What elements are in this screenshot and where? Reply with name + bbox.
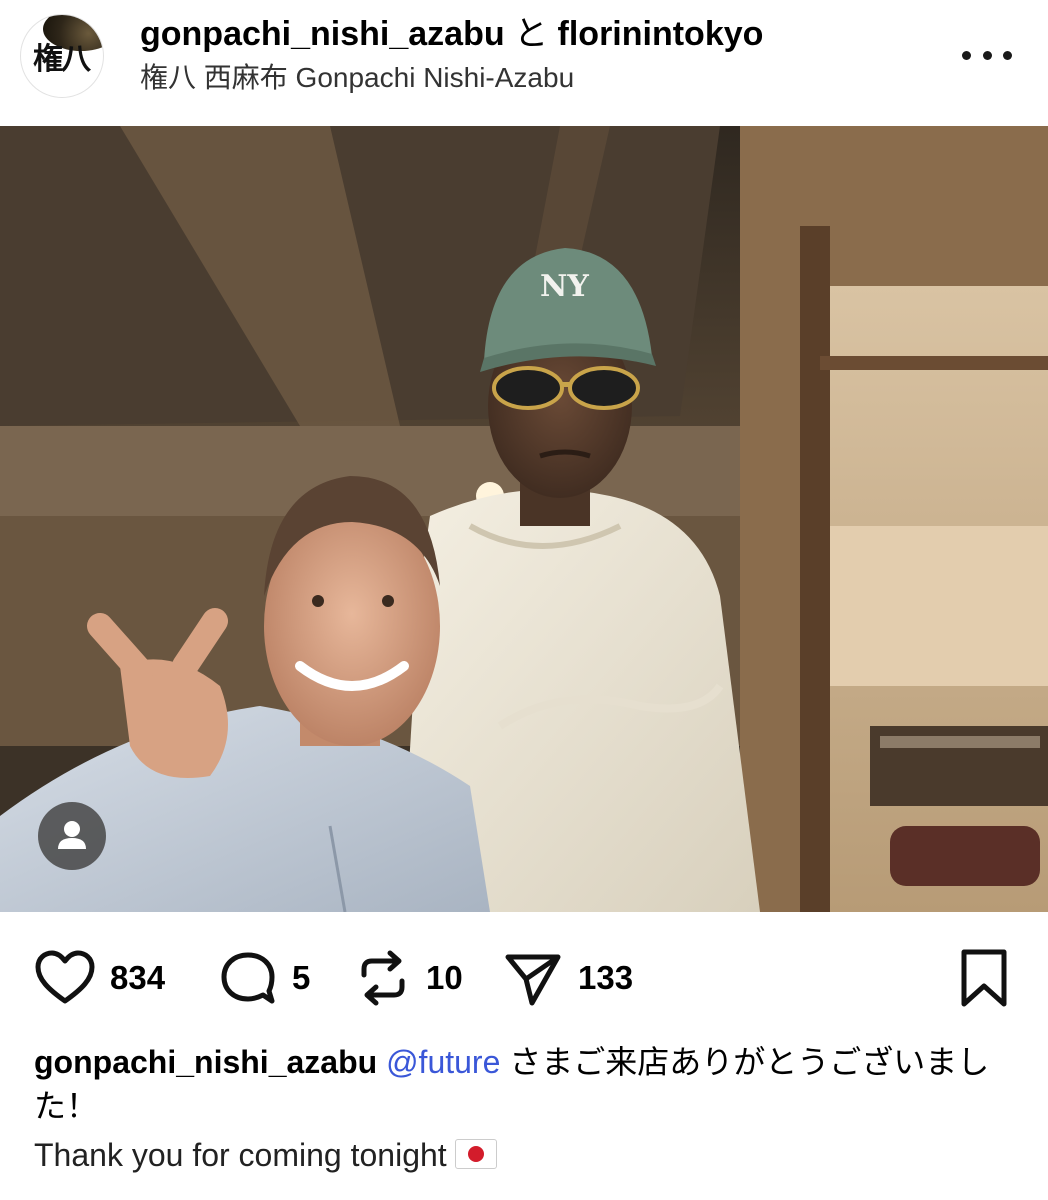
- post-photo[interactable]: NY: [0, 126, 1048, 912]
- svg-text:NY: NY: [540, 269, 589, 304]
- repost-icon: [361, 950, 405, 1006]
- post-action-bar: 834 5 10 133: [0, 940, 1048, 1016]
- post-location[interactable]: 権八 西麻布 Gonpachi Nishi-Azabu: [140, 60, 574, 96]
- post-photo-illustration: NY: [0, 126, 1048, 912]
- like-button[interactable]: 834: [34, 940, 165, 1016]
- share-count: 133: [578, 959, 634, 996]
- more-dot: [962, 50, 971, 60]
- comment-button[interactable]: 5: [218, 940, 310, 1016]
- caption-mention[interactable]: @future: [386, 1044, 500, 1080]
- comment-count: 5: [292, 959, 311, 996]
- profile-avatar[interactable]: 権八: [20, 14, 104, 98]
- user-tag-icon[interactable]: [38, 802, 106, 870]
- collaborator-username[interactable]: florinintokyo: [558, 15, 764, 53]
- like-count: 834: [110, 959, 166, 996]
- comment-bubble-icon: [221, 952, 275, 1004]
- post-header: 権八 gonpachi_nishi_azabu と florinintokyo …: [0, 0, 1048, 124]
- heart-icon: [35, 950, 95, 1004]
- repost-button[interactable]: 10: [354, 940, 463, 1016]
- post-caption: gonpachi_nishi_azabu @future さまご来店ありがとうご…: [34, 1040, 1019, 1180]
- japan-flag-icon: [454, 1139, 497, 1169]
- repost-count: 10: [426, 959, 463, 996]
- caption-line-en: Thank you for coming tonight: [34, 1130, 1019, 1180]
- caption-username[interactable]: gonpachi_nishi_azabu: [34, 1044, 377, 1080]
- bookmark-icon: [961, 949, 1007, 1007]
- avatar-logo-text: 権八: [33, 42, 91, 77]
- share-button[interactable]: 133: [502, 940, 633, 1016]
- more-options-icon[interactable]: [962, 40, 1012, 70]
- more-dot: [982, 50, 992, 60]
- bookmark-button[interactable]: [958, 948, 1010, 1013]
- more-dot: [1003, 50, 1012, 60]
- user-tag-glyph: [58, 821, 86, 849]
- caption-text-en: Thank you for coming tonight: [34, 1137, 447, 1173]
- authors-conjunction: と: [514, 15, 549, 53]
- send-icon: [505, 954, 561, 1006]
- post-authors: gonpachi_nishi_azabu と florinintokyo: [140, 14, 763, 54]
- account-username[interactable]: gonpachi_nishi_azabu: [140, 15, 505, 53]
